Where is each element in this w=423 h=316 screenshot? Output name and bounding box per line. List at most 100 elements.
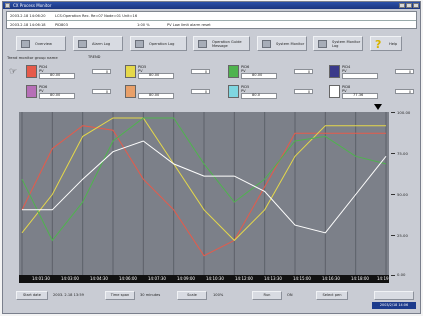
trend-plot (21, 112, 387, 275)
pen-tag: PID4 PV (39, 65, 48, 73)
run-button[interactable]: Run (252, 291, 282, 300)
pen-tag: PID4 PV (342, 65, 351, 73)
time-label: 14:13:30 (264, 276, 282, 281)
pen-color-swatch (125, 85, 136, 98)
pen-color-swatch (125, 65, 136, 78)
help-button[interactable]: ? Help (370, 36, 402, 51)
scale-button[interactable]: Scale (177, 291, 207, 300)
time-label: 14:15:00 (293, 276, 311, 281)
y-tick-mark (391, 275, 395, 276)
hand-pointer-icon: ☞ (9, 67, 18, 77)
pen-range: 0 (294, 69, 313, 74)
y-tick-label: 100.00 (397, 110, 411, 115)
pen-panel: Trend monitor group name TREND ☞ PID4 PV… (6, 55, 417, 108)
message-tag: PID803 (55, 23, 68, 27)
trend-chart[interactable] (19, 112, 389, 275)
close-button[interactable] (413, 3, 419, 8)
time-label: 14:18:00 (351, 276, 369, 281)
pen-color-swatch (228, 65, 239, 78)
process-monitor-window: CX Process Monitor 2003.2.18 14:06:20 LC… (2, 1, 421, 314)
alarm-log-label: Alarm Log (92, 41, 111, 46)
start-date-button[interactable]: Start date (16, 291, 48, 300)
select-pen-button[interactable]: Select pen (316, 291, 348, 300)
time-label: 14:04:30 (90, 276, 108, 281)
pen-range: 0 (92, 69, 111, 74)
pen-color-swatch (228, 85, 239, 98)
operation-log-icon (135, 39, 144, 48)
operation-guide-icon (198, 39, 207, 48)
time-label: 14:07:30 (148, 276, 166, 281)
time-label: 14:19 (377, 276, 389, 281)
pen-value: 80.00 (50, 93, 61, 97)
time-span-button[interactable]: Time span (105, 291, 135, 300)
run-value: ON (287, 293, 293, 297)
time-label: 14:06:00 (119, 276, 137, 281)
pen-value: 80.00 (252, 73, 263, 77)
title-bar: CX Process Monitor (3, 2, 420, 9)
window-title: CX Process Monitor (13, 3, 52, 8)
time-label: 14:01:30 (32, 276, 50, 281)
message-text: LCS:Operation Rec. Re=07 Node=01 Unit=16 (55, 14, 138, 18)
y-axis: 100.00 75.00 50.00 25.00 0.00 (391, 106, 421, 278)
blank-button[interactable] (374, 291, 414, 300)
status-bar: Start date 2003. 2.18 13:59 Time span 30… (6, 289, 417, 311)
time-label: 14:03:00 (61, 276, 79, 281)
pen-tag: PID6 PV (39, 85, 48, 93)
operation-log-label: Operation Log (149, 41, 175, 46)
pen-tag: PID5 PV (138, 65, 147, 73)
y-tick-mark (391, 112, 395, 113)
overview-button[interactable]: Overview (16, 36, 66, 51)
message-divider (7, 20, 416, 21)
pen-color-swatch (26, 85, 37, 98)
system-monitor-label: System Monitor (276, 41, 305, 46)
time-axis: 14:01:30 14:03:00 14:04:30 14:06:00 14:0… (19, 275, 389, 283)
time-label: 14:10:30 (206, 276, 224, 281)
operation-log-button[interactable]: Operation Log (130, 36, 187, 51)
scale-value: 100% (213, 293, 224, 297)
pen-tag: PID8 PV (342, 85, 351, 93)
pen-color-swatch (26, 65, 37, 78)
y-tick-mark (391, 194, 395, 195)
y-tick-mark (391, 153, 395, 154)
pen-value: 80.00 (149, 93, 160, 97)
help-question-icon: ? (375, 37, 382, 51)
y-tick-label: 75.00 (397, 151, 408, 156)
overview-icon (21, 39, 30, 48)
system-monitor-icon (262, 39, 271, 48)
message-time: 2003.2.18 14:06:20 (10, 14, 46, 18)
system-monitor-log-button[interactable]: System Monitor Log (313, 36, 363, 51)
pen-range: 0 (92, 89, 111, 94)
time-label: 14:12:00 (235, 276, 253, 281)
time-span-value: 30 minutes (140, 293, 161, 297)
help-label: Help (389, 41, 398, 46)
operation-guide-button[interactable]: Operation Guide Message (193, 36, 250, 51)
pen-range: 0 (191, 89, 210, 94)
message-area: 2003.2.18 14:06:20 LCS:Operation Rec. Re… (6, 11, 417, 29)
y-tick-label: 25.00 (397, 233, 408, 238)
pen-value-box (342, 73, 378, 79)
pen-color-swatch (329, 85, 340, 98)
message-time: 2003.2.18 14:06:18 (10, 23, 46, 27)
system-monitor-log-icon (318, 39, 327, 48)
alarm-log-button[interactable]: Alarm Log (73, 36, 123, 51)
y-tick-mark (391, 235, 395, 236)
system-monitor-log-label: System Monitor Log (332, 39, 361, 48)
message-value: 1:00 % (137, 23, 150, 27)
pen-color-swatch (329, 65, 340, 78)
trend-pager[interactable]: TREND (88, 55, 100, 59)
minimize-button[interactable] (399, 3, 405, 8)
system-monitor-button[interactable]: System Monitor (257, 36, 307, 51)
pen-tag: PID5 PV (241, 85, 250, 93)
maximize-button[interactable] (406, 3, 412, 8)
system-menu-icon[interactable] (5, 3, 10, 8)
time-label: 14:09:00 (177, 276, 195, 281)
pen-value: 80.00 (149, 73, 160, 77)
pen-range: 0 (191, 69, 210, 74)
pen-range: 0 (395, 69, 414, 74)
trend-cursor-marker[interactable] (374, 104, 382, 110)
message-description: PV Low limit alarm reset (167, 23, 211, 27)
y-tick-label: 50.00 (397, 192, 408, 197)
alarm-log-icon (78, 39, 87, 48)
pen-tag: PID6 PV (241, 65, 250, 73)
toolbar: Overview Alarm Log Operation Log Operati… (6, 36, 417, 52)
